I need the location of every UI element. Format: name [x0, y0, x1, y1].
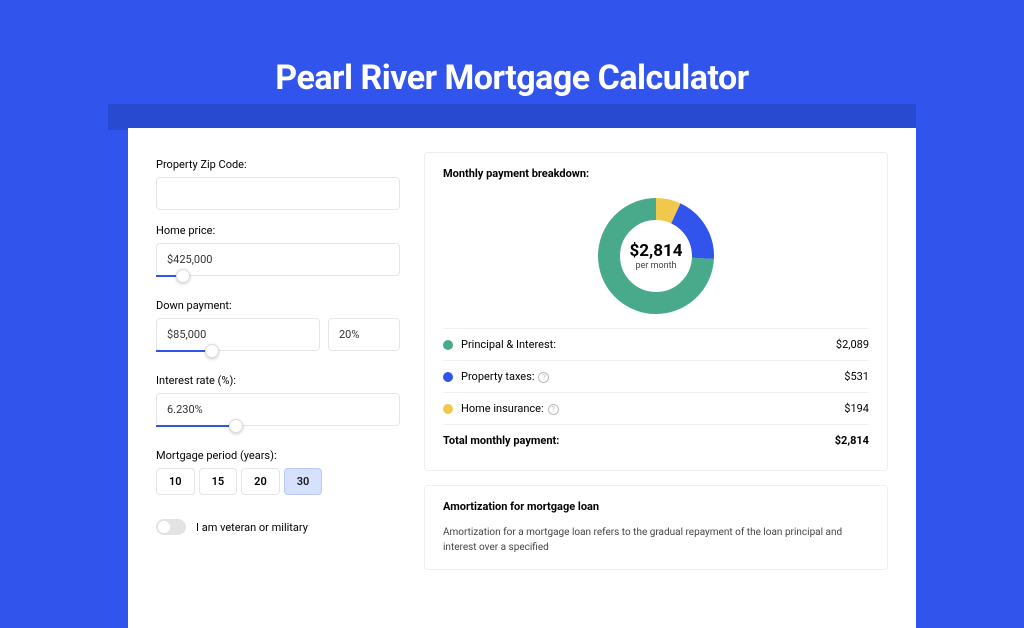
veteran-label: I am veteran or military: [196, 521, 308, 534]
form-column: Property Zip Code: Home price: Down paym…: [156, 152, 400, 628]
calculator-panel: Property Zip Code: Home price: Down paym…: [128, 128, 916, 628]
dot-icon: [443, 372, 453, 382]
rate-label: Interest rate (%):: [156, 374, 400, 387]
item-value: $2,089: [836, 338, 869, 351]
header-band: [108, 104, 916, 130]
donut-chart: $2,814 per month: [594, 194, 718, 318]
period-20-button[interactable]: 20: [241, 468, 280, 495]
slider-knob[interactable]: [205, 344, 219, 358]
amortization-title: Amortization for mortgage loan: [443, 500, 869, 513]
item-label: Property taxes:?: [461, 370, 844, 383]
slider-knob[interactable]: [229, 419, 243, 433]
item-label: Principal & Interest:: [461, 338, 836, 351]
donut-value: $2,814: [630, 241, 683, 261]
veteran-toggle[interactable]: [156, 519, 186, 535]
amortization-text: Amortization for a mortgage loan refers …: [443, 525, 869, 555]
donut-sub: per month: [635, 261, 676, 271]
price-label: Home price:: [156, 224, 400, 237]
down-label: Down payment:: [156, 299, 400, 312]
results-column: Monthly payment breakdown: $2,814 per mo…: [424, 152, 888, 628]
zip-input[interactable]: [156, 177, 400, 210]
period-label: Mortgage period (years):: [156, 449, 400, 462]
breakdown-item-principal: Principal & Interest: $2,089: [443, 328, 869, 360]
amortization-box: Amortization for mortgage loan Amortizat…: [424, 485, 888, 570]
down-slider[interactable]: [156, 350, 400, 360]
item-value: $531: [844, 370, 869, 383]
breakdown-total: Total monthly payment: $2,814: [443, 424, 869, 456]
price-slider[interactable]: [156, 275, 400, 285]
total-label: Total monthly payment:: [443, 434, 835, 447]
item-value: $194: [844, 402, 869, 415]
period-15-button[interactable]: 15: [199, 468, 238, 495]
down-input[interactable]: [156, 318, 320, 351]
breakdown-item-taxes: Property taxes:? $531: [443, 360, 869, 392]
info-icon[interactable]: ?: [548, 404, 559, 415]
dot-icon: [443, 404, 453, 414]
slider-knob[interactable]: [176, 269, 190, 283]
page-title: Pearl River Mortgage Calculator: [0, 0, 1024, 98]
zip-label: Property Zip Code:: [156, 158, 400, 171]
breakdown-title: Monthly payment breakdown:: [443, 167, 869, 180]
info-icon[interactable]: ?: [538, 372, 549, 383]
dot-icon: [443, 340, 453, 350]
period-buttons: 10 15 20 30: [156, 468, 400, 495]
rate-slider[interactable]: [156, 425, 400, 435]
period-10-button[interactable]: 10: [156, 468, 195, 495]
total-value: $2,814: [835, 434, 869, 447]
breakdown-item-insurance: Home insurance:? $194: [443, 392, 869, 424]
down-pct-input[interactable]: [328, 318, 400, 351]
period-30-button[interactable]: 30: [284, 468, 323, 495]
rate-input[interactable]: [156, 393, 400, 426]
item-label: Home insurance:?: [461, 402, 844, 415]
price-input[interactable]: [156, 243, 400, 276]
breakdown-box: Monthly payment breakdown: $2,814 per mo…: [424, 152, 888, 471]
